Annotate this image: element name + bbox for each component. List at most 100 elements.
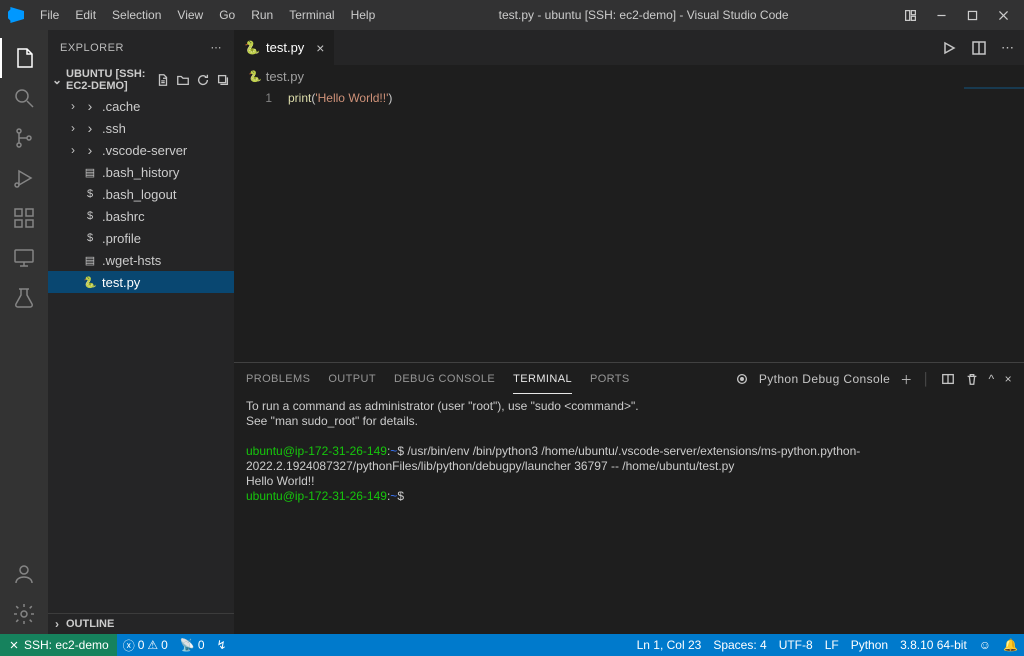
tree-item-label: .cache — [102, 99, 140, 114]
tree-item[interactable]: .cache — [48, 95, 234, 117]
status-notifications-icon[interactable]: 🔔 — [997, 634, 1024, 656]
menu-view[interactable]: View — [169, 8, 211, 22]
status-encoding[interactable]: UTF-8 — [773, 634, 819, 656]
python-file-icon: 🐍 — [248, 70, 262, 83]
code-content[interactable]: print('Hello World!!') — [288, 87, 392, 362]
maximize-icon[interactable] — [966, 9, 979, 22]
split-editor-icon[interactable] — [971, 40, 987, 56]
tab-label: test.py — [266, 40, 304, 55]
panel-tabs: PROBLEMS OUTPUT DEBUG CONSOLE TERMINAL P… — [234, 363, 1024, 395]
menu-edit[interactable]: Edit — [67, 8, 104, 22]
menu-help[interactable]: Help — [343, 8, 384, 22]
close-icon[interactable] — [997, 9, 1010, 22]
terminal-prompt: ubuntu@ip-172-31-26-149 — [246, 489, 387, 503]
minimize-icon[interactable] — [935, 9, 948, 22]
file-icon — [82, 166, 98, 179]
new-folder-icon[interactable] — [176, 73, 190, 87]
breadcrumb-label: test.py — [266, 69, 304, 84]
status-ports[interactable]: 📡0 — [174, 634, 211, 656]
panel-tab-output[interactable]: OUTPUT — [328, 365, 376, 393]
live-share-icon: ↯ — [217, 638, 227, 652]
outline-label: OUTLINE — [66, 618, 114, 630]
menubar: File Edit Selection View Go Run Terminal… — [32, 8, 383, 22]
status-indentation[interactable]: Spaces: 4 — [707, 634, 772, 656]
status-live-share[interactable]: ↯ — [211, 634, 233, 656]
sidebar-more-icon[interactable]: ⋯ — [211, 41, 223, 54]
tree-item-label: .vscode-server — [102, 143, 187, 158]
remote-indicator[interactable]: SSH: ec2-demo — [0, 634, 117, 656]
py-icon — [82, 276, 98, 289]
tree-item[interactable]: .wget-hsts — [48, 249, 234, 271]
editor-body[interactable]: 1 print('Hello World!!') — [234, 87, 1024, 362]
collapse-all-icon[interactable] — [216, 73, 230, 87]
status-problems[interactable]: ⓧ0 ⚠0 — [117, 634, 174, 656]
refresh-icon[interactable] — [196, 73, 210, 87]
broadcast-icon: 📡 — [180, 638, 195, 652]
menu-file[interactable]: File — [32, 8, 67, 22]
panel-tab-ports[interactable]: PORTS — [590, 365, 630, 393]
run-icon[interactable] — [941, 40, 957, 56]
activity-run-debug-icon[interactable] — [0, 158, 48, 198]
activity-settings-icon[interactable] — [0, 594, 48, 634]
breadcrumb[interactable]: 🐍 test.py — [234, 65, 1024, 87]
menu-selection[interactable]: Selection — [104, 8, 169, 22]
tree-item-label: .ssh — [102, 121, 126, 136]
new-terminal-icon[interactable]: ＋ — [900, 371, 912, 388]
close-panel-icon[interactable]: × — [1005, 372, 1012, 386]
tree-item[interactable]: .profile — [48, 227, 234, 249]
chevron-icon — [68, 143, 78, 157]
status-feedback-icon[interactable]: ☺ — [973, 634, 997, 656]
editor-more-icon[interactable]: ⋯ — [1001, 40, 1014, 56]
activity-accounts-icon[interactable] — [0, 554, 48, 594]
maximize-panel-icon[interactable]: ^ — [989, 372, 995, 386]
tree-item[interactable]: test.py — [48, 271, 234, 293]
minimap[interactable] — [964, 87, 1024, 107]
kill-terminal-icon[interactable] — [965, 372, 979, 386]
tree-item[interactable]: .bashrc — [48, 205, 234, 227]
tree-item[interactable]: .bash_history — [48, 161, 234, 183]
tree-item[interactable]: .ssh — [48, 117, 234, 139]
line-number-gutter: 1 — [234, 87, 288, 362]
outline-section-header[interactable]: OUTLINE — [48, 613, 234, 634]
panel-tab-debug-console[interactable]: DEBUG CONSOLE — [394, 365, 495, 393]
activity-extensions-icon[interactable] — [0, 198, 48, 238]
status-bar: SSH: ec2-demo ⓧ0 ⚠0 📡0 ↯ Ln 1, Col 23 Sp… — [0, 634, 1024, 656]
tab-close-icon[interactable]: × — [316, 40, 324, 56]
status-language-mode[interactable]: Python — [845, 634, 894, 656]
panel-tab-problems[interactable]: PROBLEMS — [246, 365, 310, 393]
tree-item[interactable]: .vscode-server — [48, 139, 234, 161]
activity-search-icon[interactable] — [0, 78, 48, 118]
main: EXPLORER ⋯ UBUNTU [SSH: EC2-DEMO] .cache… — [0, 30, 1024, 634]
activity-bar — [0, 30, 48, 634]
split-terminal-icon[interactable] — [941, 372, 955, 386]
terminal-body[interactable]: To run a command as administrator (user … — [234, 395, 1024, 634]
tree-item-label: .wget-hsts — [102, 253, 161, 268]
status-eol[interactable]: LF — [819, 634, 845, 656]
menu-terminal[interactable]: Terminal — [281, 8, 342, 22]
activity-testing-icon[interactable] — [0, 278, 48, 318]
panel-tab-terminal[interactable]: TERMINAL — [513, 365, 572, 394]
panel-actions: Python Debug Console ＋ │ ^ × — [735, 371, 1012, 388]
debug-config-icon[interactable] — [735, 372, 749, 386]
status-python-interpreter[interactable]: 3.8.10 64-bit — [894, 634, 973, 656]
terminal-dropdown[interactable]: Python Debug Console — [759, 372, 890, 386]
layout-icon[interactable] — [904, 9, 917, 22]
dollar-icon — [82, 210, 98, 222]
activity-explorer-icon[interactable] — [0, 38, 48, 78]
folder-icon — [82, 98, 98, 114]
workspace-section-header[interactable]: UBUNTU [SSH: EC2-DEMO] — [48, 65, 234, 95]
tab-bar: 🐍 test.py × ⋯ — [234, 30, 1024, 65]
chevron-icon — [68, 99, 78, 113]
tree-item[interactable]: .bash_logout — [48, 183, 234, 205]
tab-test-py[interactable]: 🐍 test.py × — [234, 30, 335, 65]
menu-run[interactable]: Run — [243, 8, 281, 22]
activity-source-control-icon[interactable] — [0, 118, 48, 158]
activity-remote-explorer-icon[interactable] — [0, 238, 48, 278]
vscode-logo-icon — [8, 7, 24, 23]
window-title: test.py - ubuntu [SSH: ec2-demo] - Visua… — [383, 8, 904, 22]
window-controls — [904, 9, 1016, 22]
tree-item-label: test.py — [102, 275, 140, 290]
status-cursor-position[interactable]: Ln 1, Col 23 — [631, 634, 708, 656]
new-file-icon[interactable] — [156, 73, 170, 87]
menu-go[interactable]: Go — [211, 8, 243, 22]
